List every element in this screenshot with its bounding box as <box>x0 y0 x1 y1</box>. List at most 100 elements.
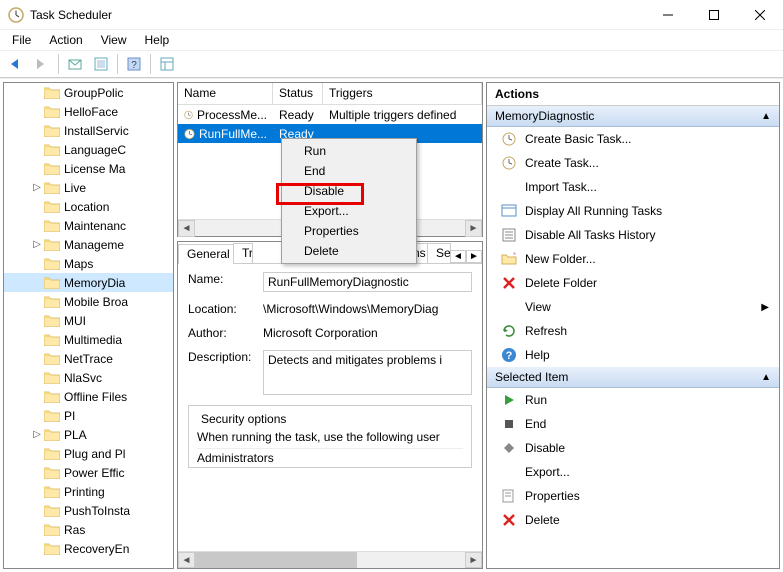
help-button[interactable]: ? <box>122 53 146 75</box>
action-create[interactable]: Create Task... <box>487 151 779 175</box>
svg-text:*: * <box>513 251 516 260</box>
tree-item[interactable]: Location <box>4 197 173 216</box>
back-button[interactable] <box>4 53 28 75</box>
menu-help[interactable]: Help <box>137 31 178 49</box>
tree-item[interactable]: Maintenanc <box>4 216 173 235</box>
action-view[interactable]: View▶ <box>487 295 779 319</box>
action-label: Create Basic Task... <box>525 132 632 146</box>
col-name[interactable]: Name <box>178 83 273 104</box>
action-disable-hist[interactable]: Disable All Tasks History <box>487 223 779 247</box>
tree-item[interactable]: Multimedia <box>4 330 173 349</box>
scroll-right-icon[interactable]: ► <box>465 552 482 568</box>
col-triggers[interactable]: Triggers <box>323 83 482 104</box>
tree-item[interactable]: NetTrace <box>4 349 173 368</box>
context-delete[interactable]: Delete <box>284 241 414 261</box>
close-button[interactable] <box>737 0 783 30</box>
expand-icon[interactable]: ▷ <box>30 182 44 193</box>
task-status: Ready <box>273 108 323 122</box>
context-run[interactable]: Run <box>284 141 414 161</box>
scroll-left-icon[interactable]: ◄ <box>178 220 195 237</box>
context-end[interactable]: End <box>284 161 414 181</box>
context-disable[interactable]: Disable <box>284 181 414 201</box>
expand-icon[interactable]: ▷ <box>30 429 44 440</box>
tree-item[interactable]: ▷ Live <box>4 178 173 197</box>
delete-folder-icon <box>501 275 517 291</box>
action-delete[interactable]: Delete <box>487 508 779 532</box>
action-properties[interactable]: Properties <box>487 484 779 508</box>
tree-item[interactable]: GroupPolic <box>4 83 173 102</box>
scroll-thumb[interactable] <box>195 552 357 568</box>
tree-item[interactable]: Offline Files <box>4 387 173 406</box>
action-delete-folder[interactable]: Delete Folder <box>487 271 779 295</box>
action-label: End <box>525 417 546 431</box>
collapse-icon: ▲ <box>761 111 771 122</box>
minimize-button[interactable] <box>645 0 691 30</box>
tree-item-label: MemoryDia <box>64 276 125 290</box>
tree-item-label: NlaSvc <box>64 371 102 385</box>
tree-item[interactable]: Plug and Pl <box>4 444 173 463</box>
action-new-folder[interactable]: *New Folder... <box>487 247 779 271</box>
tree-item[interactable]: Mobile Broa <box>4 292 173 311</box>
tree-item[interactable]: HelloFace <box>4 102 173 121</box>
tree-item[interactable]: Power Effic <box>4 463 173 482</box>
forward-button[interactable] <box>30 53 54 75</box>
tabs-scroll-right[interactable]: ► <box>466 250 482 263</box>
action-disable[interactable]: Disable <box>487 436 779 460</box>
tab-partial-2[interactable]: Se <box>427 243 451 263</box>
tree-list[interactable]: GroupPolicHelloFace InstallServic Language… <box>4 83 173 568</box>
tabs-scroll-left[interactable]: ◄ <box>450 250 466 263</box>
details-hscroll[interactable]: ◄ ► <box>178 551 482 568</box>
task-row[interactable]: ProcessMe...ReadyMultiple triggers defin… <box>178 105 482 124</box>
tree-item[interactable]: InstallServic <box>4 121 173 140</box>
tree-item[interactable]: RecoveryEn <box>4 539 173 558</box>
tree-item[interactable]: License Ma <box>4 159 173 178</box>
tree-item-label: Offline Files <box>64 390 127 404</box>
tree-item-label: PushToInsta <box>64 504 130 518</box>
tree-item[interactable]: Printing <box>4 482 173 501</box>
menu-view[interactable]: View <box>93 31 135 49</box>
action-run[interactable]: Run <box>487 388 779 412</box>
action-help[interactable]: ?Help <box>487 343 779 367</box>
tree-item[interactable]: Maps <box>4 254 173 273</box>
tab-general[interactable]: General <box>178 244 234 264</box>
scroll-right-icon[interactable]: ► <box>465 220 482 237</box>
toolbar-btn-3[interactable] <box>155 53 179 75</box>
tree-item-label: InstallServic <box>64 124 129 138</box>
menu-bar: File Action View Help <box>0 30 783 50</box>
action-refresh[interactable]: Refresh <box>487 319 779 343</box>
action-label: Disable <box>525 441 565 455</box>
maximize-button[interactable] <box>691 0 737 30</box>
section-title: MemoryDiagnostic <box>495 109 594 123</box>
tree-item[interactable]: Ras <box>4 520 173 539</box>
actions-section-header-2[interactable]: Selected Item ▲ <box>487 367 779 388</box>
context-export[interactable]: Export... <box>284 201 414 221</box>
tree-item[interactable]: ▷Manageme <box>4 235 173 254</box>
tree-item-label: Live <box>64 181 86 195</box>
name-field[interactable] <box>263 272 472 292</box>
col-status[interactable]: Status <box>273 83 323 104</box>
display-icon <box>501 203 517 219</box>
expand-icon[interactable]: ▷ <box>30 239 44 250</box>
scroll-track[interactable] <box>195 552 465 568</box>
action-import[interactable]: Import Task... <box>487 175 779 199</box>
toolbar-btn-1[interactable] <box>63 53 87 75</box>
tree-item[interactable]: NlaSvc <box>4 368 173 387</box>
context-properties[interactable]: Properties <box>284 221 414 241</box>
tree-item[interactable]: MemoryDia <box>4 273 173 292</box>
action-display[interactable]: Display All Running Tasks <box>487 199 779 223</box>
tab-triggers[interactable]: Tr <box>233 243 253 263</box>
tree-item[interactable]: PushToInsta <box>4 501 173 520</box>
menu-file[interactable]: File <box>4 31 39 49</box>
action-end[interactable]: End <box>487 412 779 436</box>
tree-item[interactable]: PI <box>4 406 173 425</box>
action-create-basic[interactable]: Create Basic Task... <box>487 127 779 151</box>
actions-section-header[interactable]: MemoryDiagnostic ▲ <box>487 106 779 127</box>
menu-action[interactable]: Action <box>41 31 90 49</box>
tree-item[interactable]: MUI <box>4 311 173 330</box>
description-field[interactable] <box>263 350 472 395</box>
tree-item[interactable]: LanguageC <box>4 140 173 159</box>
scroll-left-icon[interactable]: ◄ <box>178 552 195 568</box>
action-export[interactable]: Export... <box>487 460 779 484</box>
toolbar-btn-2[interactable] <box>89 53 113 75</box>
tree-item[interactable]: ▷PLA <box>4 425 173 444</box>
